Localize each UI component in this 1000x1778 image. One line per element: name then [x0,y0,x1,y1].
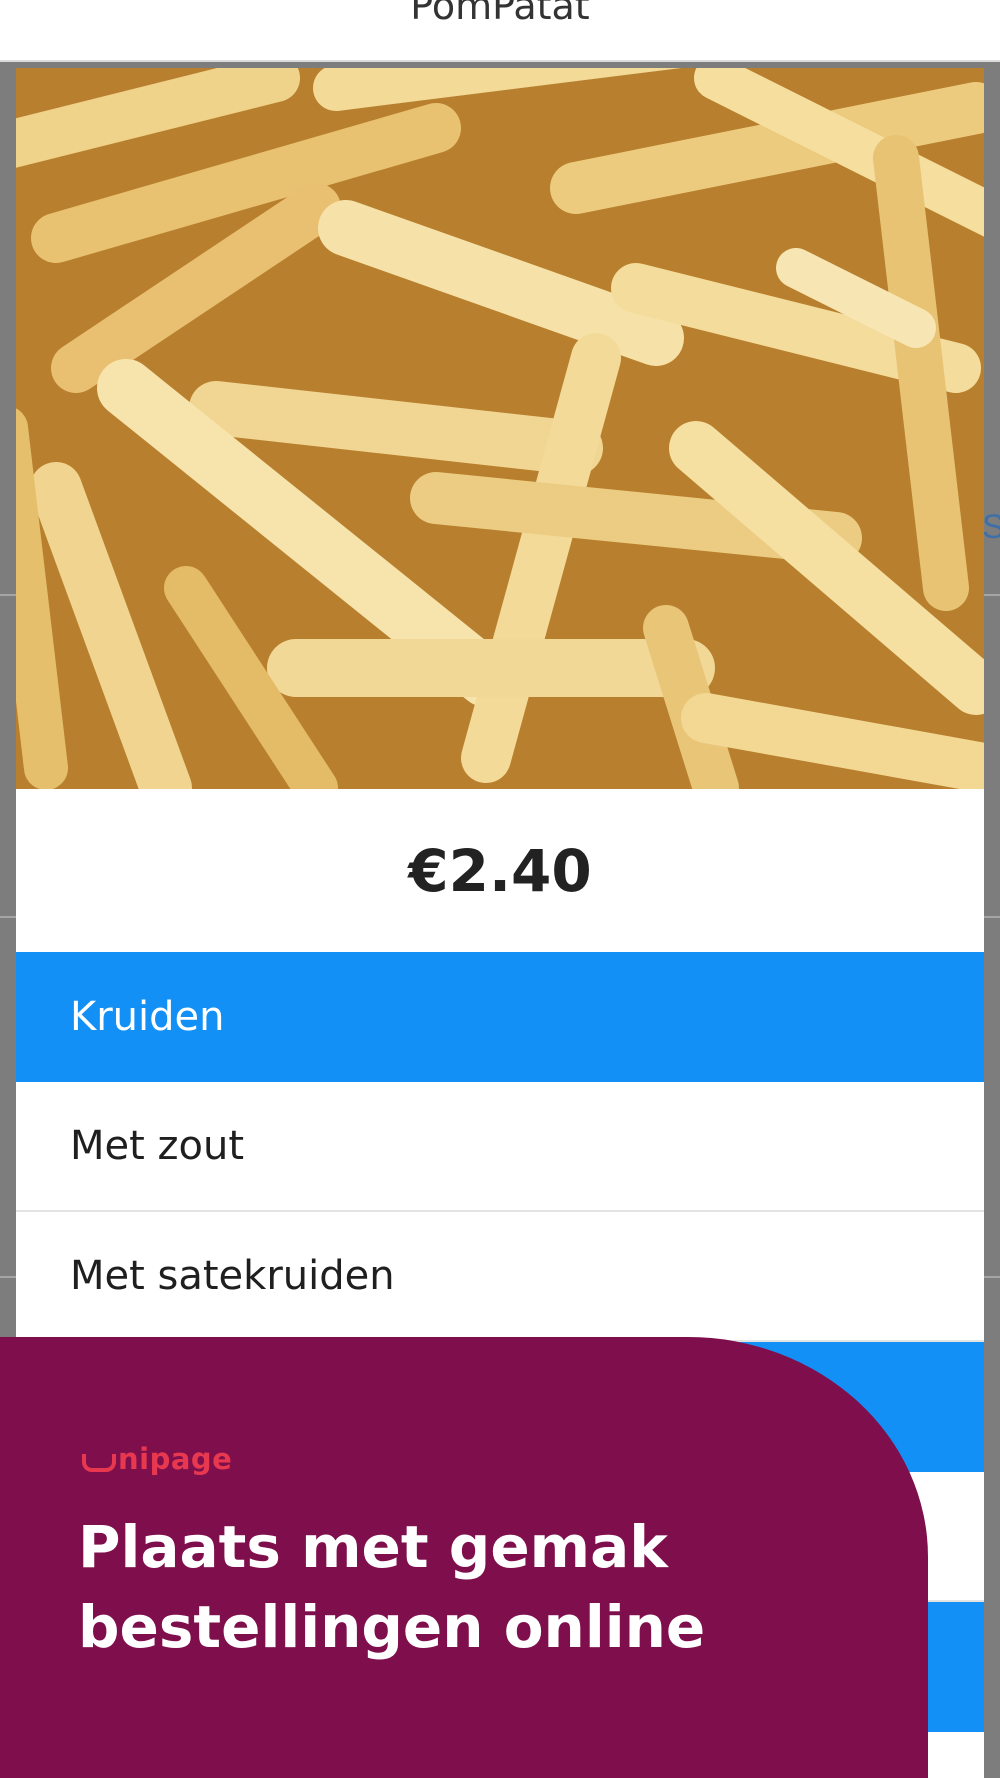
options-group-label: Kruiden [70,994,225,1040]
option-label: Met zout [70,1123,245,1169]
options-group-header-kruiden: Kruiden [16,952,984,1082]
promo-headline-line: bestellingen online [78,1593,706,1661]
background-peek-text: S [982,508,1000,546]
promo-headline-line: Plaats met gemak [78,1513,668,1581]
product-image [16,68,984,789]
unipage-logo-text: nipage [118,1442,233,1476]
promo-headline: Plaats met gemak bestellingen online [78,1507,898,1667]
option-met-satekruiden[interactable]: Met satekruiden [16,1212,984,1342]
top-nav-bar: PomPatat [0,0,1000,62]
page-title: PomPatat [410,0,590,28]
product-price: €2.40 [408,836,592,905]
promo-banner[interactable]: nipage Plaats met gemak bestellingen onl… [0,1337,928,1778]
unipage-logo-mark-icon [82,1454,116,1472]
unipage-logo: nipage [82,1442,232,1476]
option-label: Met satekruiden [70,1253,395,1299]
option-met-zout[interactable]: Met zout [16,1082,984,1212]
fries-illustration [16,68,984,789]
